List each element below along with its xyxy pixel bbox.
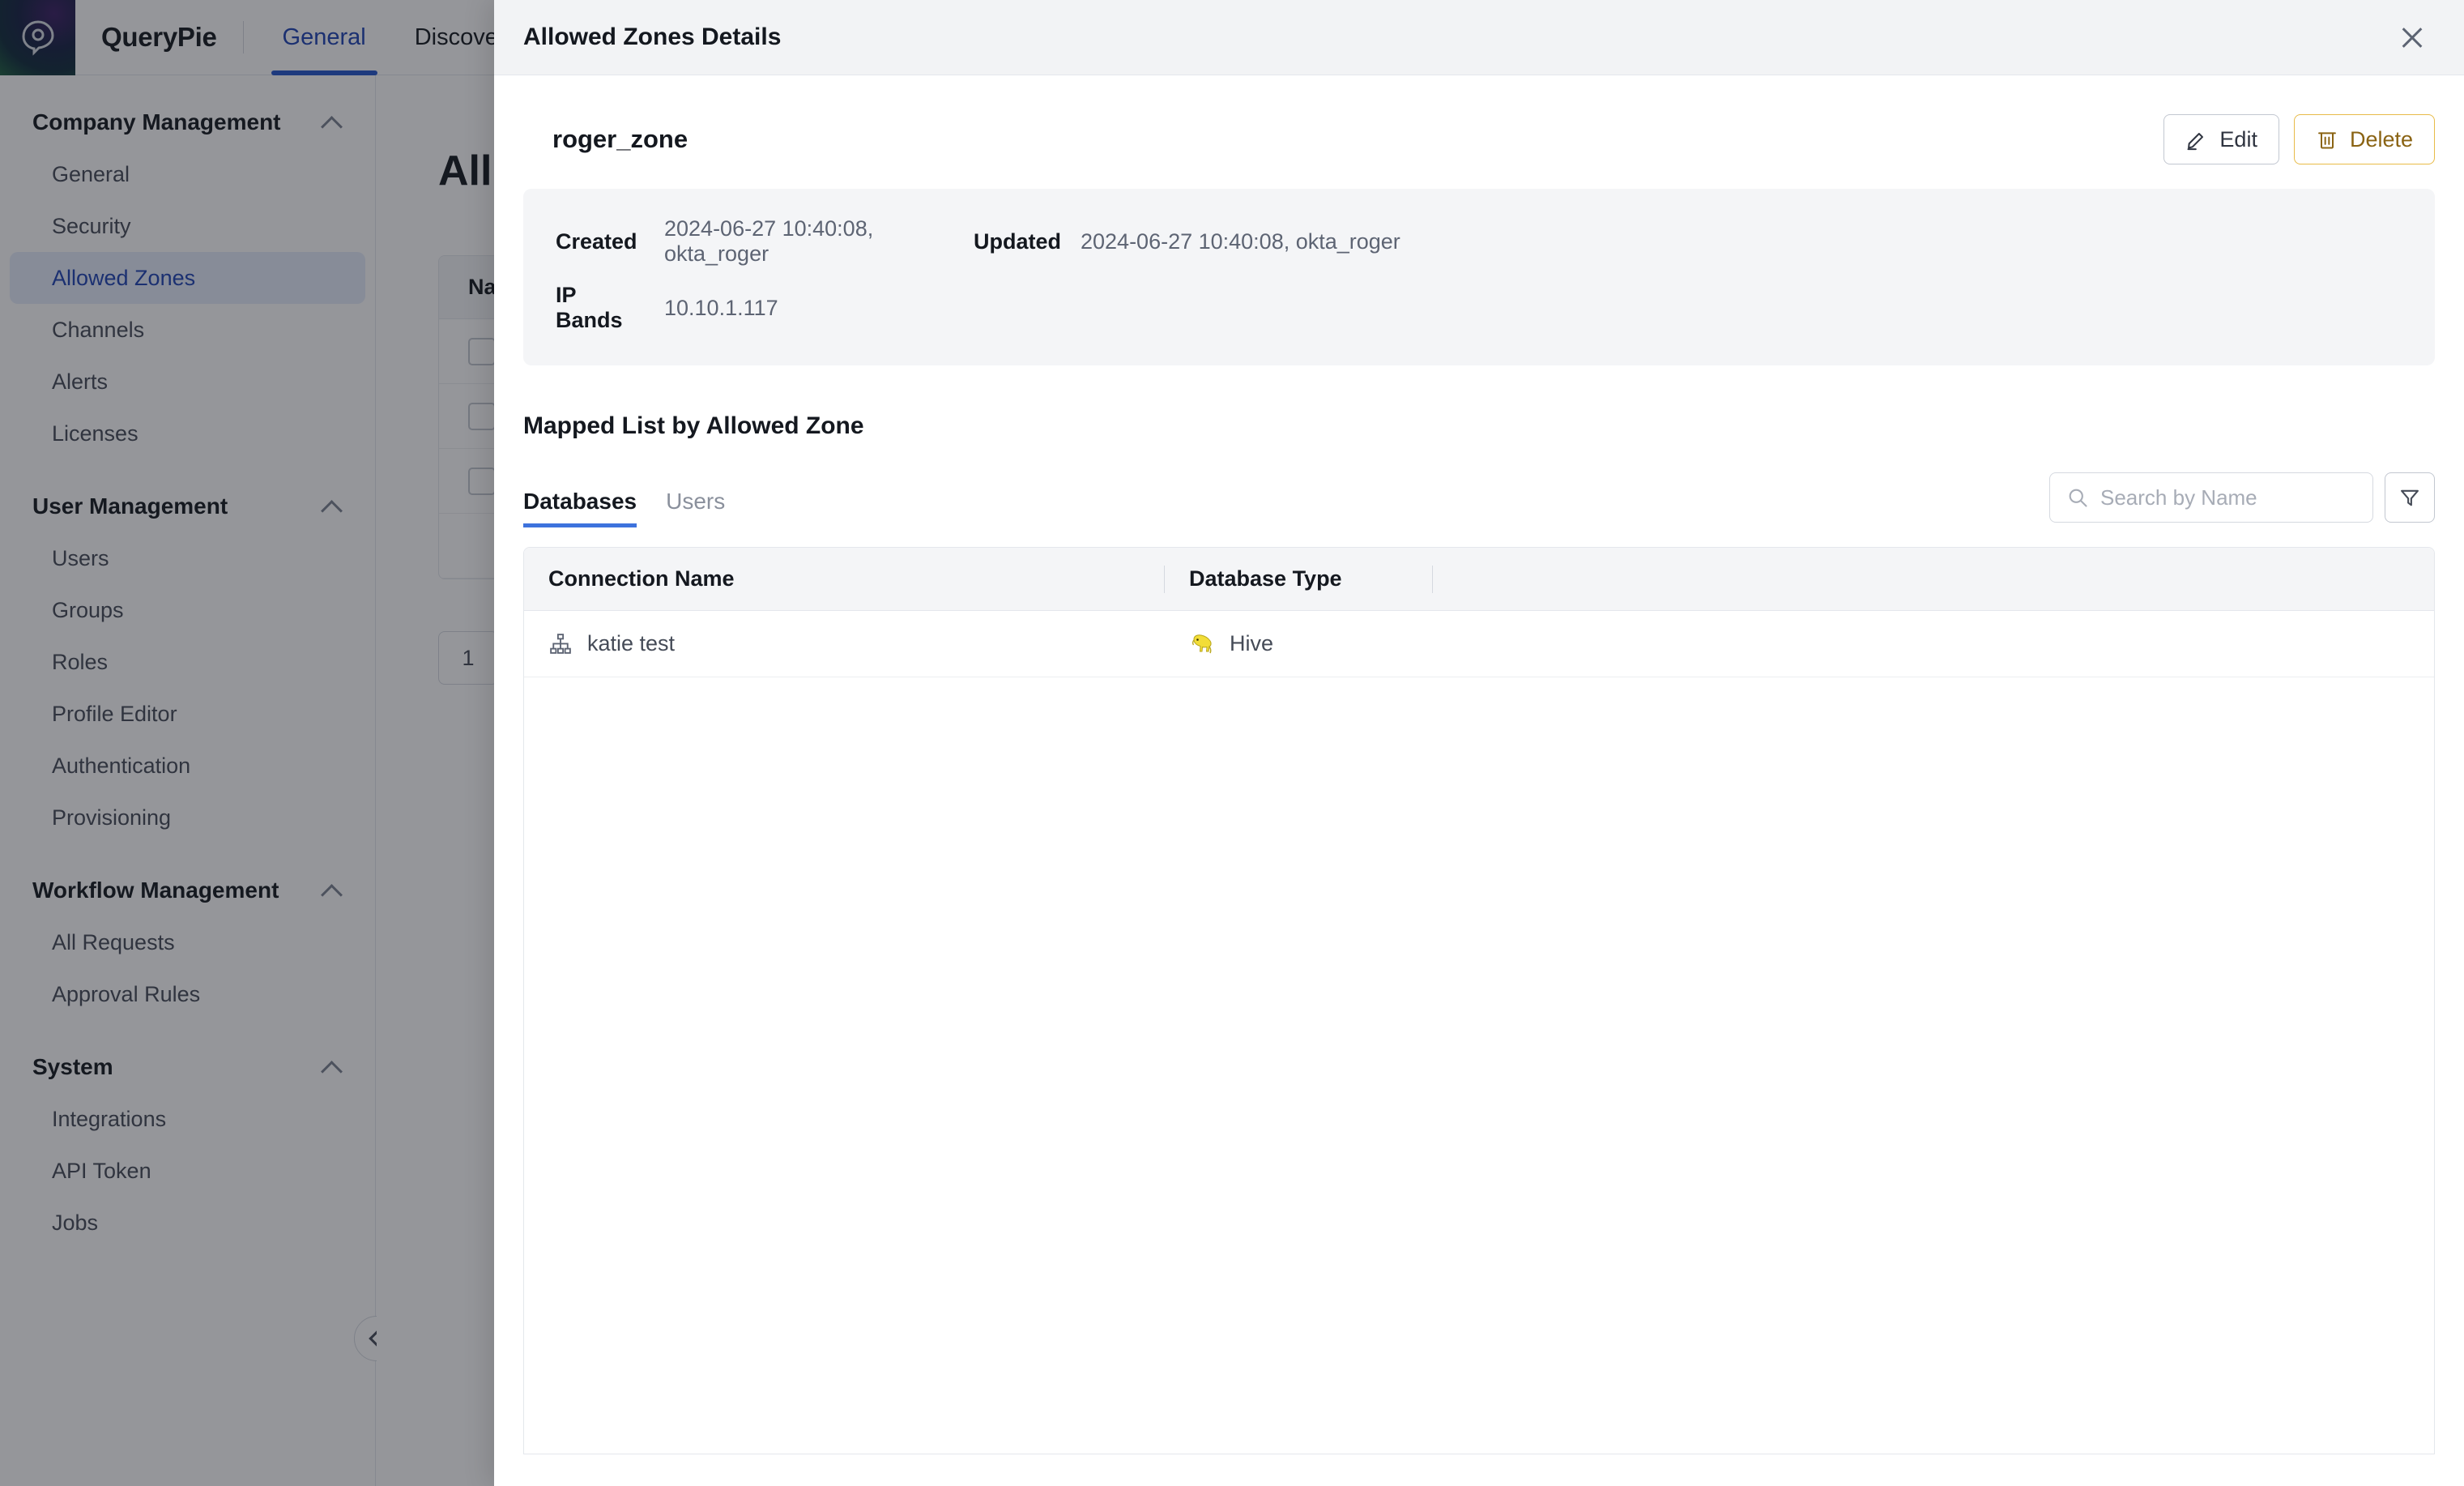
sitemap-icon	[548, 632, 573, 656]
search-input[interactable]	[2100, 485, 2356, 510]
column-header-connection-name[interactable]: Connection Name	[524, 548, 1164, 611]
table-row[interactable]: katie test Hive	[524, 611, 2434, 677]
search-icon	[2066, 486, 2089, 509]
funnel-icon	[2398, 486, 2421, 509]
search-input-wrapper[interactable]	[2049, 472, 2373, 523]
ip-bands-label: IP Bands	[556, 283, 645, 333]
modal-title: Allowed Zones Details	[523, 23, 781, 51]
created-label: Created	[556, 229, 645, 254]
info-row-created-updated: Created 2024-06-27 10:40:08, okta_roger …	[556, 216, 2402, 267]
trash-icon	[2316, 128, 2338, 151]
delete-button-label: Delete	[2350, 127, 2413, 152]
column-divider	[1432, 566, 1433, 593]
tab-databases[interactable]: Databases	[523, 489, 651, 527]
zone-actions: Edit Delete	[2163, 114, 2435, 164]
modal-body: roger_zone Edit	[494, 75, 2464, 1486]
mapped-list-title: Mapped List by Allowed Zone	[523, 412, 2435, 440]
column-header-database-type[interactable]: Database Type	[1165, 548, 1432, 611]
search-area	[2049, 472, 2435, 527]
updated-label: Updated	[974, 229, 1061, 254]
mapped-databases-table: Connection Name Database Type	[523, 547, 2435, 1454]
created-value: 2024-06-27 10:40:08, okta_roger	[664, 216, 907, 267]
filter-button[interactable]	[2385, 472, 2435, 523]
pencil-icon	[2185, 128, 2208, 151]
updated-value: 2024-06-27 10:40:08, okta_roger	[1081, 229, 1400, 254]
info-row-ip-bands: IP Bands 10.10.1.117	[556, 283, 2402, 333]
tab-users[interactable]: Users	[651, 489, 740, 527]
close-icon[interactable]	[2389, 15, 2435, 60]
app-root: QueryPie General Discover Company Manage…	[0, 0, 2464, 1486]
ip-bands-value: 10.10.1.117	[664, 296, 778, 321]
table-header-row: Connection Name Database Type	[524, 548, 2434, 611]
mapped-tabs-row: Databases Users	[523, 472, 2435, 527]
allowed-zones-details-modal: Allowed Zones Details roger_zone Edit	[494, 0, 2464, 1486]
delete-button[interactable]: Delete	[2294, 114, 2435, 164]
cell-database-type: Hive	[1165, 631, 1433, 656]
connection-name-text: katie test	[587, 631, 675, 656]
zone-name: roger_zone	[552, 125, 688, 154]
edit-button[interactable]: Edit	[2163, 114, 2279, 164]
hive-elephant-icon	[1189, 632, 1215, 656]
database-type-text: Hive	[1230, 631, 1273, 656]
edit-button-label: Edit	[2219, 127, 2257, 152]
cell-connection-name: katie test	[524, 631, 1165, 656]
zone-header: roger_zone Edit	[523, 75, 2435, 189]
zone-info-card: Created 2024-06-27 10:40:08, okta_roger …	[523, 189, 2435, 365]
mapped-tabs: Databases Users	[523, 489, 740, 527]
modal-header: Allowed Zones Details	[494, 0, 2464, 75]
